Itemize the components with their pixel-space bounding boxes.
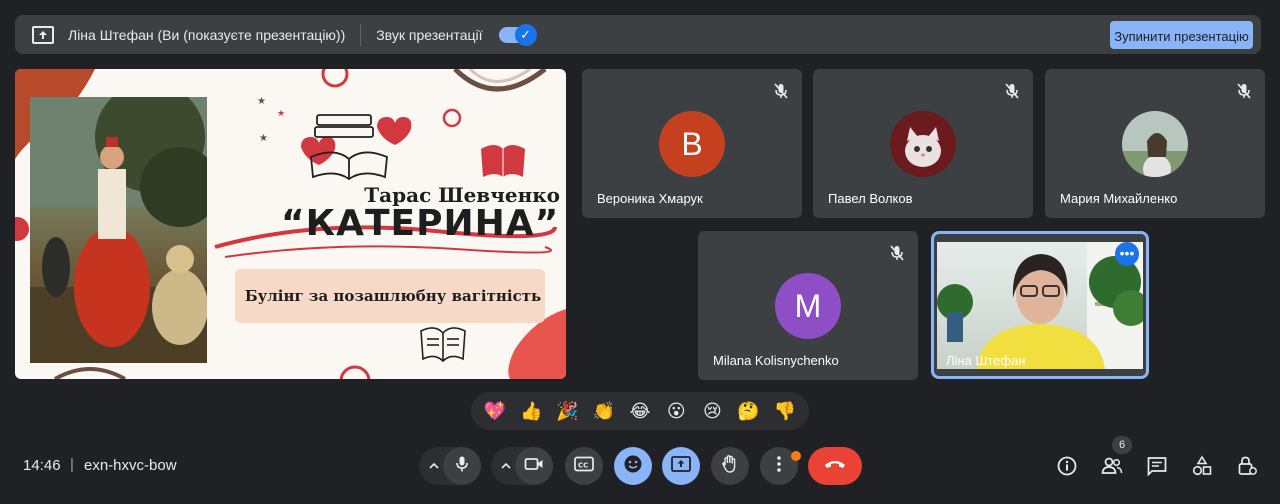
notification-dot (791, 451, 801, 461)
people-icon[interactable] (1101, 455, 1123, 477)
slide-subtitle: Булінг за позашлюбну вагітність (244, 287, 542, 305)
meeting-time: 14:46 (23, 457, 61, 474)
mic-off-icon (772, 82, 790, 100)
svg-text:CC: CC (578, 461, 588, 469)
mic-off-icon (1003, 82, 1021, 100)
participant-tile[interactable]: M Milana Kolisnychenko (698, 231, 918, 380)
stop-presenting-button[interactable]: Зупинити презентацію (1110, 21, 1253, 49)
captions-button[interactable]: CC (565, 447, 603, 485)
slide-title: “КАТЕРИНА” (281, 203, 560, 244)
chevron-up-icon[interactable] (426, 458, 442, 474)
presentation-sound-toggle[interactable]: ✓ (498, 23, 537, 46)
presentation-sound-label: Звук презентації (376, 26, 483, 43)
reaction-heart[interactable]: 💖 (481, 401, 509, 422)
svg-text:★: ★ (277, 108, 285, 118)
participant-name: Мария Михайленко (1060, 191, 1178, 206)
mic-off-icon (1235, 82, 1253, 100)
avatar: M (775, 273, 841, 339)
reaction-clap[interactable]: 👏 (590, 401, 618, 422)
avatar: В (659, 111, 725, 177)
leave-call-button[interactable] (808, 447, 862, 485)
host-controls-lock-icon[interactable] (1236, 455, 1258, 477)
closed-captions-icon: CC (574, 456, 594, 477)
check-icon: ✓ (514, 23, 537, 46)
camera-button[interactable] (515, 447, 553, 485)
microphone-icon (453, 455, 471, 478)
reaction-laugh[interactable]: 😂 (626, 401, 654, 422)
bar-divider (360, 23, 362, 46)
reaction-thinking[interactable]: 🤔 (735, 401, 763, 422)
emoji-reactions-button[interactable] (614, 447, 652, 485)
present-now-button[interactable] (662, 447, 700, 485)
mic-off-icon (888, 244, 906, 262)
chat-icon[interactable] (1146, 455, 1168, 477)
meeting-code: exn-hxvc-bow (84, 457, 177, 474)
presentation-slide: ★ ★ ★ Тарас Шевченко “КАТЕРИНА” Булінг з… (15, 69, 566, 379)
people-count-badge: 6 (1112, 436, 1132, 454)
svg-text:★: ★ (257, 96, 266, 107)
present-screen-icon (32, 25, 54, 44)
participant-name: Вероника Хмарук (597, 191, 703, 206)
self-name: Ліна Штефан (946, 353, 1026, 368)
info-icon[interactable] (1056, 455, 1078, 477)
presenting-bar: Ліна Штефан (Ви (показуєте презентацію))… (15, 15, 1261, 54)
participant-tile[interactable]: Мария Михайленко (1045, 69, 1265, 218)
reaction-party[interactable]: 🎉 (554, 401, 582, 422)
hang-up-icon (823, 457, 847, 475)
present-screen-icon (671, 455, 691, 478)
microphone-button[interactable] (443, 447, 481, 485)
activities-icon[interactable] (1191, 455, 1213, 477)
avatar (1122, 111, 1188, 177)
reaction-surprised[interactable]: 😮 (662, 401, 690, 422)
participant-tile[interactable]: В Вероника Хмарук (582, 69, 802, 218)
reactions-bar: 💖 👍 🎉 👏 😂 😮 😢 🤔 👎 (471, 392, 809, 430)
chevron-up-icon[interactable] (498, 458, 514, 474)
svg-text:★: ★ (259, 133, 268, 144)
reaction-thumbs-up[interactable]: 👍 (517, 401, 545, 422)
participant-tile[interactable]: Павел Волков (813, 69, 1033, 218)
avatar (890, 111, 956, 177)
smile-icon (623, 454, 643, 479)
presenting-label: Ліна Штефан (Ви (показуєте презентацію)) (68, 26, 346, 43)
reaction-sad[interactable]: 😢 (698, 401, 726, 422)
more-vert-icon (776, 455, 782, 478)
meeting-separator: | (70, 456, 74, 473)
camera-icon (524, 455, 544, 478)
self-video (937, 242, 1146, 369)
participant-name: Павел Волков (828, 191, 913, 206)
reaction-thumbs-down[interactable]: 👎 (771, 401, 799, 422)
raise-hand-button[interactable] (711, 447, 749, 485)
participant-name: Milana Kolisnychenko (713, 353, 839, 368)
more-options-button[interactable]: ••• (1115, 242, 1139, 266)
painting-image (30, 82, 220, 363)
self-view-tile[interactable]: ••• Ліна Штефан (931, 231, 1149, 379)
hand-icon (721, 454, 739, 479)
